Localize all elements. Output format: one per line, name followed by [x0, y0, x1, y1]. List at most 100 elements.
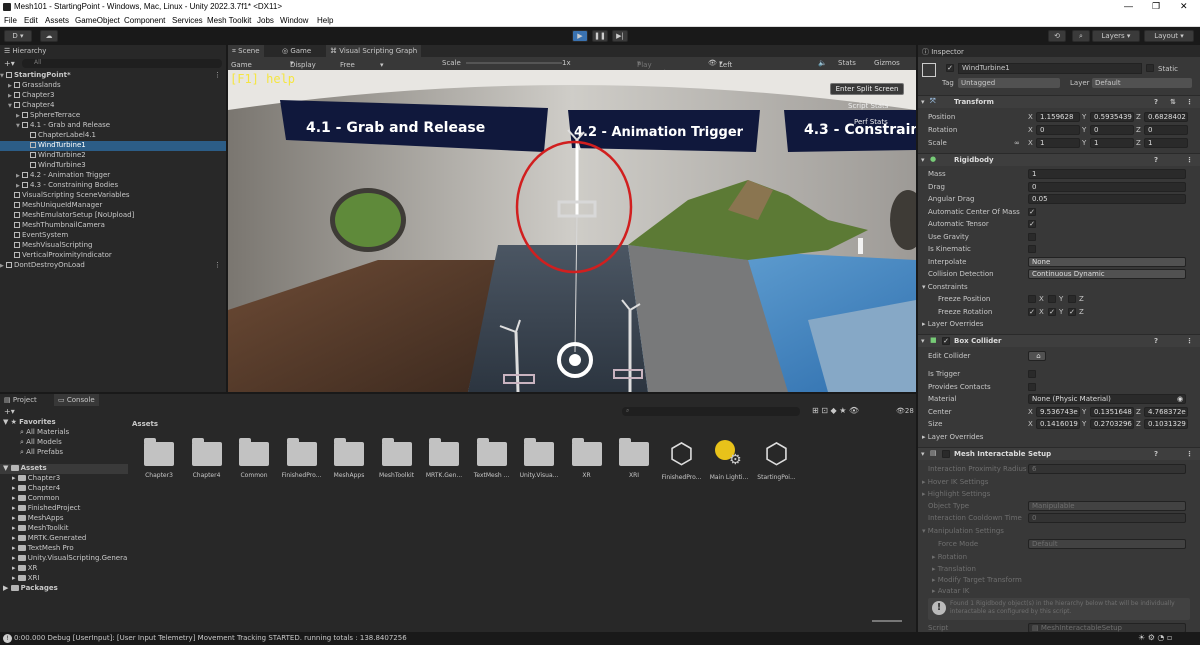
hierarchy-search-input[interactable]: All	[22, 59, 222, 68]
project-folder[interactable]: ▸ XR	[0, 564, 128, 574]
hierarchy-row[interactable]: WindTurbine2	[0, 151, 226, 161]
add-icon[interactable]: +▾	[4, 59, 15, 68]
asset-item[interactable]: ⬡ StartingPoi...	[754, 436, 800, 494]
menu-services[interactable]: Services	[172, 16, 203, 25]
menu-file[interactable]: File	[4, 16, 17, 25]
step-button[interactable]: ▶|	[612, 30, 628, 42]
menu-mesh-toolkit[interactable]: Mesh Toolkit	[207, 16, 251, 25]
asset-item[interactable]: Common	[231, 436, 277, 494]
asset-item[interactable]: MRTK.Gen...	[421, 436, 467, 494]
box-size-x-field[interactable]: 0.1416019	[1036, 419, 1080, 429]
favorites-node[interactable]: ▼ ★ Favorites	[0, 418, 128, 428]
hierarchy-row[interactable]: ▶ Chapter3	[0, 91, 226, 101]
layers-dropdown[interactable]: Layers ▾	[1092, 30, 1140, 42]
layer-overrides-row[interactable]: ▸ Layer Overrides	[918, 318, 1200, 330]
assets-root-node[interactable]: ▼ Assets	[0, 464, 128, 474]
scale-y-field[interactable]: 1	[1090, 138, 1134, 148]
maximize-icon[interactable]: ❐	[1152, 1, 1160, 12]
asset-item[interactable]: TextMesh ...	[469, 436, 515, 494]
project-folder[interactable]: ▸ FinishedProject	[0, 504, 128, 514]
tab-game[interactable]: ◎ Game	[278, 45, 316, 57]
kinematic-checkbox[interactable]	[1028, 245, 1036, 253]
freeze-pos-y-checkbox[interactable]	[1048, 295, 1056, 303]
help-icon[interactable]: ?	[1154, 450, 1158, 458]
provides-contacts-checkbox[interactable]	[1028, 383, 1036, 391]
menu-edit[interactable]: Edit	[24, 16, 38, 25]
row-menu-icon[interactable]: ⋮	[214, 261, 221, 269]
box-collider-header[interactable]: ▾ ■ ✓ Box Collider ? ⋮	[918, 334, 1200, 347]
scale-x-field[interactable]: 1	[1036, 138, 1080, 148]
asset-item[interactable]: Chapter4	[184, 436, 230, 494]
freeze-rot-x-checkbox[interactable]: ✓	[1028, 308, 1036, 316]
status-icons[interactable]: ☀ ⚙ ◔ ▫	[1138, 633, 1172, 642]
freeze-pos-z-checkbox[interactable]	[1068, 295, 1076, 303]
hierarchy-row[interactable]: VisualScripting SceneVariables	[0, 191, 226, 201]
stats-button[interactable]: Stats	[838, 59, 856, 67]
project-folder[interactable]: ▸ MRTK.Generated	[0, 534, 128, 544]
enter-split-screen-button[interactable]: Enter Split Screen	[830, 83, 904, 95]
auto-com-checkbox[interactable]: ✓	[1028, 208, 1036, 216]
hierarchy-row[interactable]: ▶ Grasslands	[0, 81, 226, 91]
rotation-fold[interactable]: ▸ Rotation	[918, 551, 1200, 563]
asset-item[interactable]: MeshApps	[326, 436, 372, 494]
mesh-interactable-enabled-checkbox[interactable]	[942, 450, 950, 458]
project-folder[interactable]: ▸ Chapter3	[0, 474, 128, 484]
cloud-icon[interactable]: ☁	[40, 30, 58, 42]
static-checkbox[interactable]	[1146, 64, 1154, 72]
collision-dropdown[interactable]: Continuous Dynamic	[1028, 269, 1186, 279]
rotation-y-field[interactable]: 0	[1090, 125, 1134, 135]
help-icon[interactable]: ?	[1154, 337, 1158, 345]
expanded-arrow-icon[interactable]: ▼	[3, 418, 8, 426]
menu-assets[interactable]: Assets	[45, 16, 69, 25]
layer-dropdown[interactable]: Default	[1092, 78, 1192, 88]
collapsed-arrow-icon[interactable]: ▸	[12, 504, 16, 512]
row-menu-icon[interactable]: ⋮	[214, 71, 221, 79]
hierarchy-row[interactable]: ▼ Chapter4	[0, 101, 226, 111]
tab-project[interactable]: ▤ Project	[0, 394, 41, 406]
history-icon[interactable]: ⟲	[1048, 30, 1066, 42]
hierarchy-row[interactable]: ▶ DontDestroyOnLoad ⋮	[0, 261, 226, 271]
favorite-item[interactable]: ⌕ All Prefabs	[0, 448, 128, 458]
position-x-field[interactable]: 1.159628	[1036, 112, 1080, 122]
play-button[interactable]: ▶	[572, 30, 588, 42]
rotation-z-field[interactable]: 0	[1144, 125, 1188, 135]
collapsed-arrow-icon[interactable]: ▸	[12, 544, 16, 552]
angular-drag-field[interactable]: 0.05	[1028, 194, 1186, 204]
collapsed-arrow-icon[interactable]: ▸	[12, 494, 16, 502]
hierarchy-row[interactable]: ▶ 4.2 - Animation Trigger	[0, 171, 226, 181]
menu-component[interactable]: Component	[124, 16, 165, 25]
interpolate-dropdown[interactable]: None	[1028, 257, 1186, 267]
hierarchy-row[interactable]: ▼ StartingPoint* ⋮	[0, 71, 226, 81]
box-collider-enabled-checkbox[interactable]: ✓	[942, 337, 950, 345]
component-menu-icon[interactable]: ⋮	[1186, 156, 1193, 164]
hover-ik-row[interactable]: ▸ Hover IK Settings	[918, 476, 1200, 488]
freeze-pos-x-checkbox[interactable]	[1028, 295, 1036, 303]
layout-dropdown[interactable]: Layout ▾	[1144, 30, 1194, 42]
filter-icons[interactable]: ⊞ ⊡ ◆ ★ 👁	[812, 406, 859, 415]
eye-dropdown[interactable]: 👁 Left Eye ▾	[708, 59, 732, 77]
mute-icon[interactable]: 🔈	[818, 59, 827, 67]
favorite-item[interactable]: ⌕ All Materials	[0, 428, 128, 438]
project-folder[interactable]: ▸ Common	[0, 494, 128, 504]
rigidbody-header[interactable]: ▾ ● Rigidbody ? ⋮	[918, 153, 1200, 166]
search-icon[interactable]: ⌕	[1072, 30, 1090, 42]
box-layer-overrides-row[interactable]: ▸ Layer Overrides	[918, 431, 1200, 443]
hierarchy-row[interactable]: EventSystem	[0, 231, 226, 241]
script-stats-label[interactable]: Script Stats	[848, 102, 888, 110]
asset-item[interactable]: MeshToolkit	[374, 436, 420, 494]
rotation-x-field[interactable]: 0	[1036, 125, 1080, 135]
freeze-rot-z-checkbox[interactable]: ✓	[1068, 308, 1076, 316]
hierarchy-row[interactable]: WindTurbine3	[0, 161, 226, 171]
asset-item[interactable]: FinishedPro...	[279, 436, 325, 494]
component-menu-icon[interactable]: ⋮	[1186, 450, 1193, 458]
mesh-interactable-header[interactable]: ▾ ▤ Mesh Interactable Setup ? ⋮	[918, 447, 1200, 460]
hierarchy-row[interactable]: ChapterLabel4.1	[0, 131, 226, 141]
hierarchy-row[interactable]: WindTurbine1	[0, 141, 226, 151]
collapsed-arrow-icon[interactable]: ▸	[12, 474, 16, 482]
collapsed-arrow-icon[interactable]: ▸	[12, 554, 16, 562]
mass-field[interactable]: 1	[1028, 169, 1186, 179]
object-type-dropdown[interactable]: Manipulable	[1028, 501, 1186, 511]
favorite-item[interactable]: ⌕ All Models	[0, 438, 128, 448]
project-folder[interactable]: ▸ XRI	[0, 574, 128, 584]
box-center-x-field[interactable]: 9.536743e	[1036, 407, 1080, 417]
